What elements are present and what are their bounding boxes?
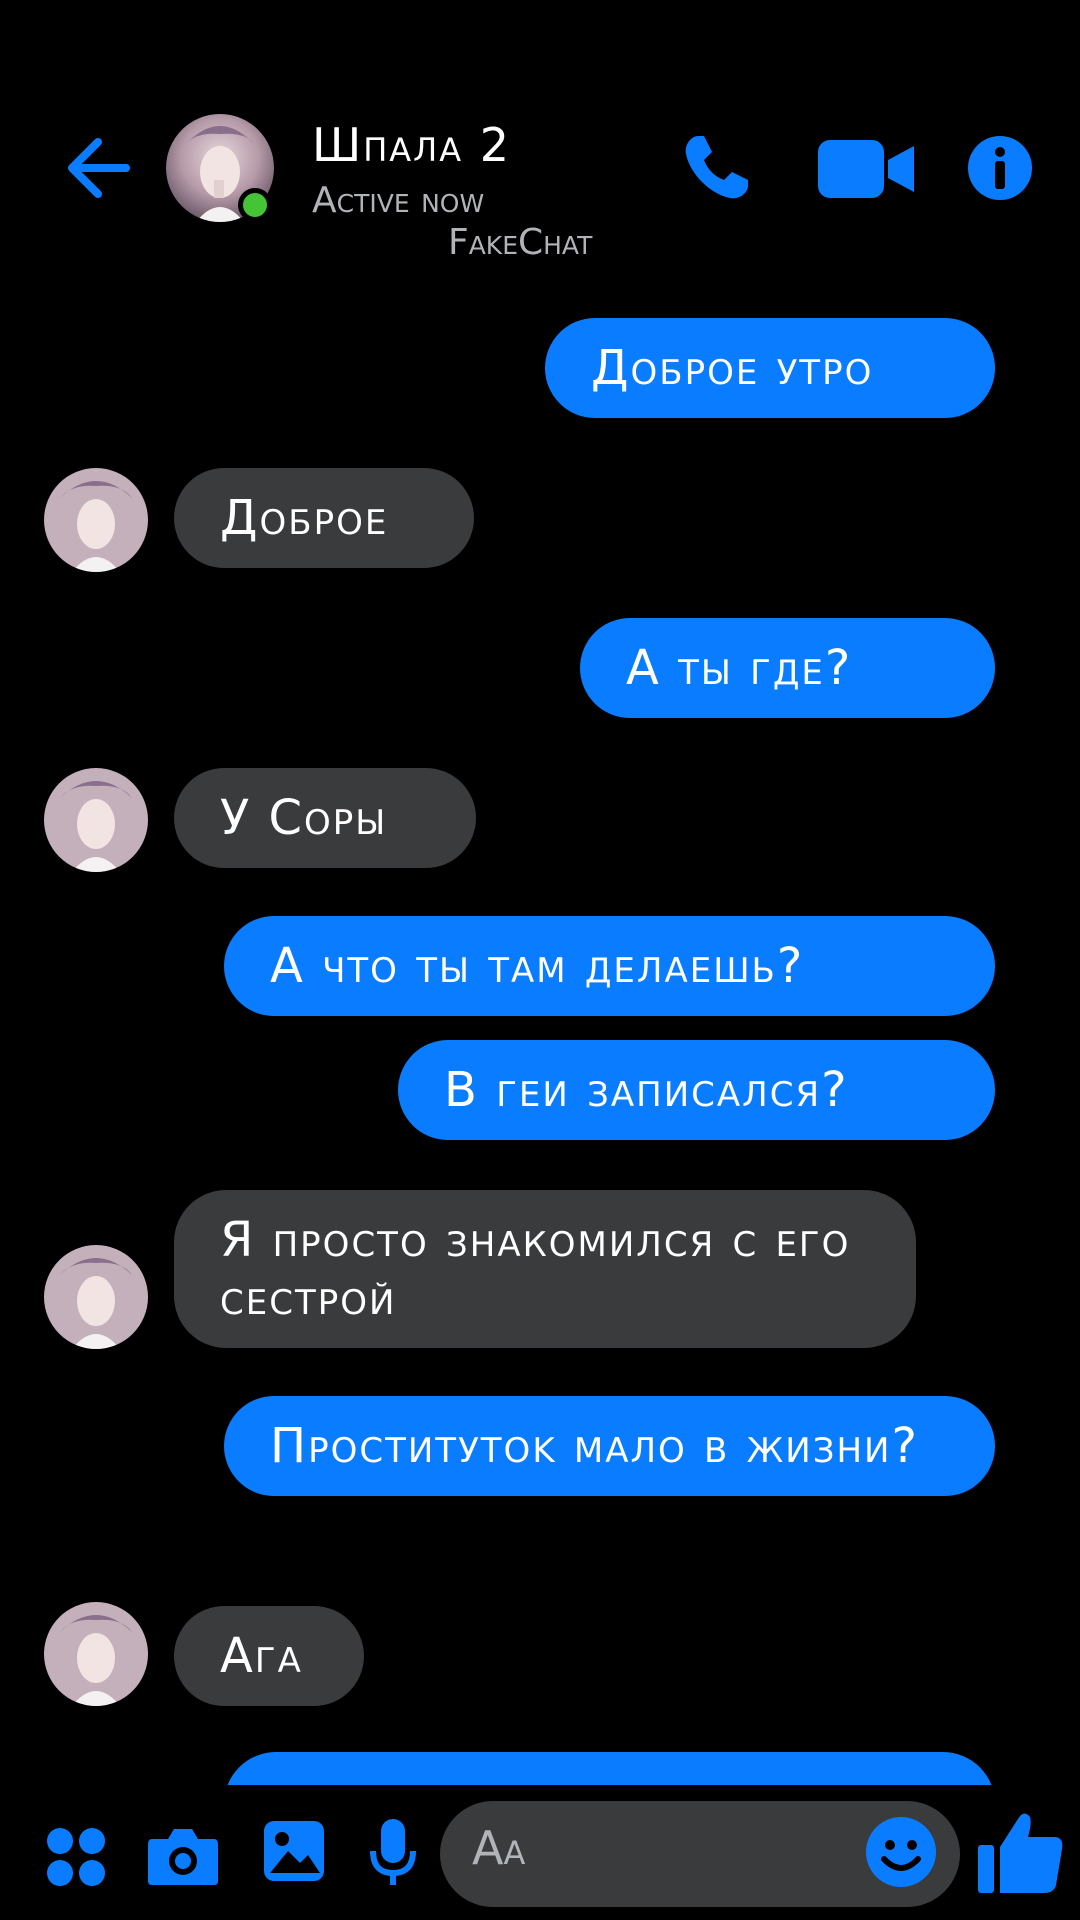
chat-header: Шпала 2 Active now FakeChat — [0, 0, 1080, 290]
voice-call-button[interactable] — [676, 128, 756, 208]
message-list[interactable]: Доброе утро Доброе А ты где? У Соры А чт… — [0, 290, 1080, 1785]
back-button[interactable] — [58, 130, 138, 210]
message-bubble-outgoing[interactable]: Доброе утро — [545, 318, 995, 418]
online-indicator — [238, 188, 272, 222]
message-bubble-outgoing[interactable]: Проститутоk мало в жизни? — [224, 1396, 995, 1496]
gallery-button[interactable] — [262, 1819, 326, 1883]
message-bubble-outgoing[interactable]: А ты где? — [580, 618, 995, 718]
camera-button[interactable] — [146, 1823, 220, 1889]
image-icon — [264, 1821, 324, 1881]
watermark: FakeChat — [448, 222, 593, 263]
phone-icon — [685, 136, 748, 199]
apps-button[interactable] — [44, 1825, 108, 1889]
message-bubble-incoming[interactable]: Ага — [174, 1606, 364, 1706]
thumbs-up-icon — [978, 1813, 1063, 1893]
video-camera-icon — [818, 140, 914, 198]
four-dots-icon — [47, 1828, 105, 1886]
message-input-placeholder[interactable]: Aa — [472, 1821, 525, 1875]
message-composer: Aa — [0, 1785, 1080, 1920]
sender-avatar[interactable] — [44, 1602, 148, 1706]
contact-name[interactable]: Шпала 2 — [312, 118, 511, 172]
sender-avatar[interactable] — [44, 468, 148, 572]
message-bubble-outgoing[interactable]: В геи записался? — [398, 1040, 995, 1140]
sender-avatar[interactable] — [44, 768, 148, 872]
camera-icon — [148, 1829, 218, 1885]
arrow-left-icon — [68, 138, 130, 198]
message-bubble-incoming[interactable]: Доброе — [174, 468, 474, 568]
like-button[interactable] — [974, 1807, 1066, 1899]
microphone-icon — [370, 1819, 416, 1885]
video-call-button[interactable] — [816, 134, 916, 204]
active-status: Active now — [312, 180, 485, 221]
message-bubble-incoming[interactable]: У Соры — [174, 768, 476, 868]
message-bubble-outgoing[interactable] — [224, 1752, 995, 1785]
emoji-button[interactable] — [864, 1815, 938, 1889]
info-icon — [968, 136, 1032, 200]
sender-avatar[interactable] — [44, 1245, 148, 1349]
info-button[interactable] — [966, 134, 1034, 202]
message-bubble-outgoing[interactable]: А что ты там делаешь? — [224, 916, 995, 1016]
smiley-icon — [866, 1817, 936, 1887]
voice-message-button[interactable] — [368, 1817, 418, 1889]
message-bubble-incoming[interactable]: Я просто знакомился с его сестрой — [174, 1190, 916, 1348]
